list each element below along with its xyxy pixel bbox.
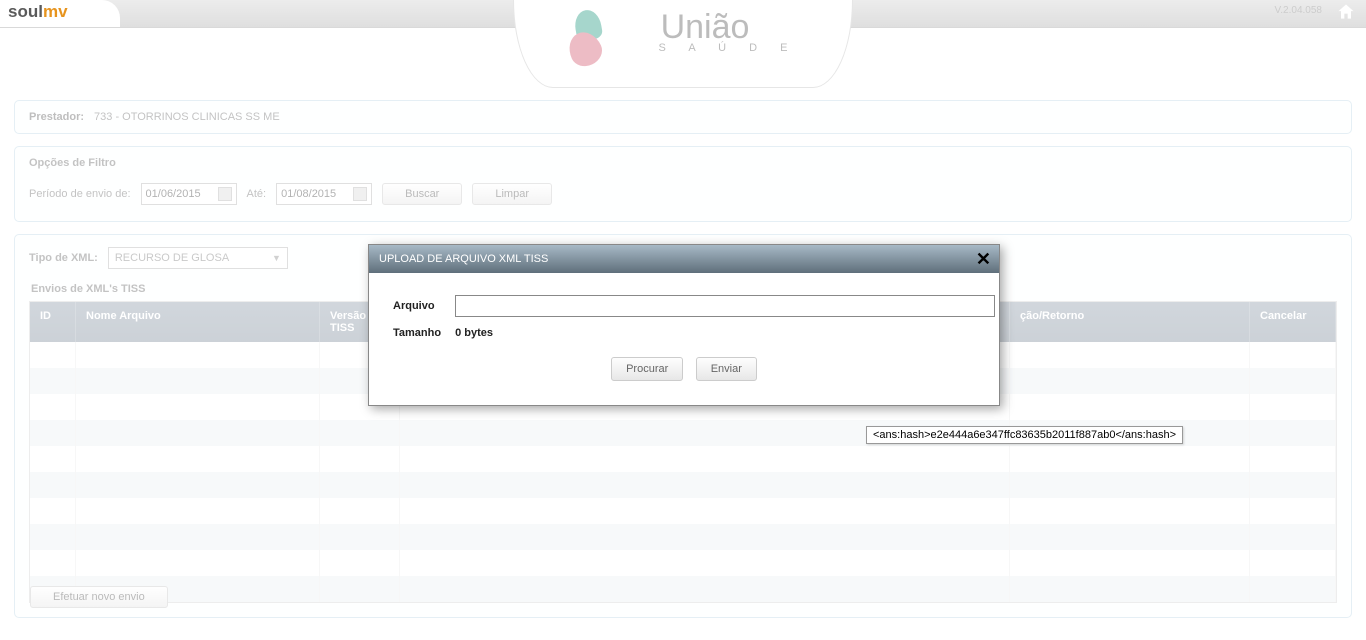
arquivo-label: Arquivo [387, 291, 447, 321]
hash-tooltip: <ans:hash>e2e444a6e347ffc83635b2011f887a… [866, 426, 1183, 444]
arquivo-input[interactable] [455, 295, 995, 317]
upload-modal: UPLOAD DE ARQUIVO XML TISS ✕ Arquivo Tam… [368, 244, 1000, 406]
app-logo: soulmv [8, 2, 68, 22]
modal-titlebar: UPLOAD DE ARQUIVO XML TISS ✕ [369, 245, 999, 273]
enviar-button[interactable]: Enviar [696, 357, 757, 381]
tamanho-value: 0 bytes [455, 327, 493, 339]
modal-title: UPLOAD DE ARQUIVO XML TISS [379, 253, 548, 265]
app-name-2: mv [43, 2, 68, 21]
close-icon[interactable]: ✕ [976, 249, 991, 270]
procurar-button[interactable]: Procurar [611, 357, 683, 381]
app-name-1: soul [8, 2, 43, 21]
tamanho-label: Tamanho [387, 323, 447, 343]
